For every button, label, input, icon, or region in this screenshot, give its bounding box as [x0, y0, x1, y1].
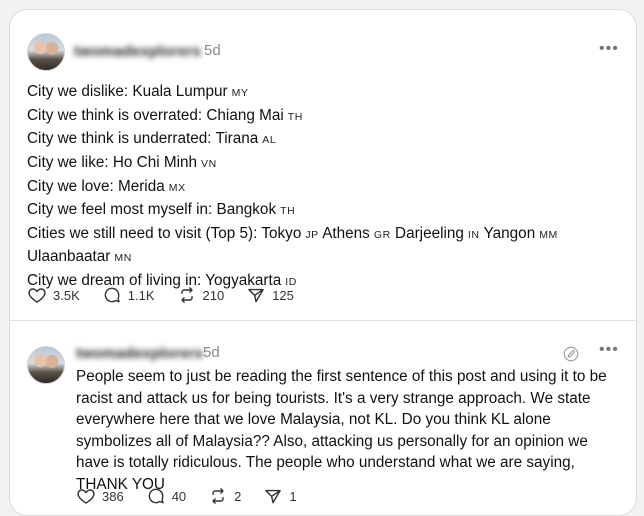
post-line-text: City we dislike: Kuala Lumpur — [27, 83, 228, 100]
post-line: City we think is overrated: Chiang Mai TH — [27, 105, 303, 128]
heart-icon — [28, 288, 46, 303]
share-icon — [248, 288, 264, 303]
country-code: MN — [114, 252, 132, 264]
post-line: Cities we still need to visit (Top 5): T… — [27, 223, 558, 246]
main-post: twomadexplorers 5d ••• City we dislike: … — [10, 10, 636, 320]
share-button[interactable]: 1 — [263, 486, 297, 506]
share-icon — [265, 489, 282, 504]
country-code: MY — [231, 87, 249, 99]
post-line: City we feel most myself in: Bangkok TH — [27, 199, 295, 222]
more-icon[interactable]: ••• — [599, 40, 619, 58]
post-line-text: City we think is overrated: Chiang Mai — [27, 107, 284, 124]
reply-count: 1.1K — [127, 287, 155, 303]
city-name: Yangon — [483, 225, 536, 242]
repost-count: 210 — [202, 287, 225, 303]
post-line: City we love: Merida MX — [27, 176, 186, 199]
country-code: JP — [305, 229, 319, 241]
country-code: GR — [373, 229, 391, 241]
city-name: Darjeeling — [395, 225, 464, 242]
reply-icon — [104, 287, 120, 303]
post-timestamp[interactable]: 5d — [204, 42, 221, 59]
heart-icon — [77, 489, 95, 504]
repost-icon — [180, 287, 193, 303]
author-handle[interactable]: twomadexplorers — [76, 345, 203, 362]
avatar[interactable] — [27, 346, 65, 384]
more-icon[interactable]: ••• — [599, 341, 619, 359]
country-code: MM — [539, 229, 558, 241]
country-code: TH — [287, 111, 303, 123]
post-line: City we think is underrated: Tirana AL — [27, 128, 276, 151]
country-code: VN — [201, 158, 217, 170]
city-name: Athens — [322, 225, 370, 242]
post-line-text: Cities we still need to visit (Top 5): T… — [27, 225, 302, 242]
edit-icon[interactable] — [562, 345, 580, 363]
post-actions: 3.5K 1.1K 210 125 — [27, 285, 316, 305]
post-line-text: City we feel most myself in: Bangkok — [27, 201, 277, 218]
share-count: 125 — [272, 287, 294, 303]
post-line: City we dislike: Kuala Lumpur MY — [27, 81, 249, 104]
share-button[interactable]: 125 — [246, 285, 294, 305]
country-code: MX — [168, 182, 186, 194]
post-timestamp[interactable]: 5d — [203, 344, 220, 361]
like-count: 386 — [102, 488, 124, 504]
post-line-text: City we like: Ho Chi Minh — [27, 154, 198, 171]
reply-icon — [148, 488, 164, 504]
reply-post: twomadexplorers 5d ••• People seem to ju… — [10, 321, 636, 515]
like-button[interactable]: 386 — [76, 486, 124, 506]
author-handle[interactable]: twomadexplorers — [74, 43, 201, 60]
repost-button[interactable]: 210 — [177, 285, 225, 305]
repost-icon — [212, 488, 224, 504]
reply-count: 40 — [171, 488, 187, 504]
post-line: Ulaanbaatar MN — [27, 246, 132, 269]
post-line-text: Ulaanbaatar — [27, 248, 111, 265]
like-count: 3.5K — [53, 287, 80, 303]
reply-button[interactable]: 40 — [146, 486, 186, 506]
post-line: City we like: Ho Chi Minh VN — [27, 152, 217, 175]
thread-card: twomadexplorers 5d ••• City we dislike: … — [9, 9, 637, 516]
repost-count: 2 — [234, 488, 242, 504]
country-code: AL — [262, 134, 277, 146]
post-line-text: City we think is underrated: Tirana — [27, 130, 259, 147]
post-line-text: City we love: Merida — [27, 178, 165, 195]
reply-actions: 386 40 2 1 — [76, 486, 319, 506]
share-count: 1 — [289, 488, 297, 504]
reply-button[interactable]: 1.1K — [102, 285, 155, 305]
repost-button[interactable]: 2 — [208, 486, 241, 506]
avatar[interactable] — [27, 33, 65, 71]
country-code: TH — [280, 205, 296, 217]
reply-body: People seem to just be reading the first… — [76, 368, 607, 493]
like-button[interactable]: 3.5K — [27, 285, 80, 305]
country-code: IN — [467, 229, 480, 241]
